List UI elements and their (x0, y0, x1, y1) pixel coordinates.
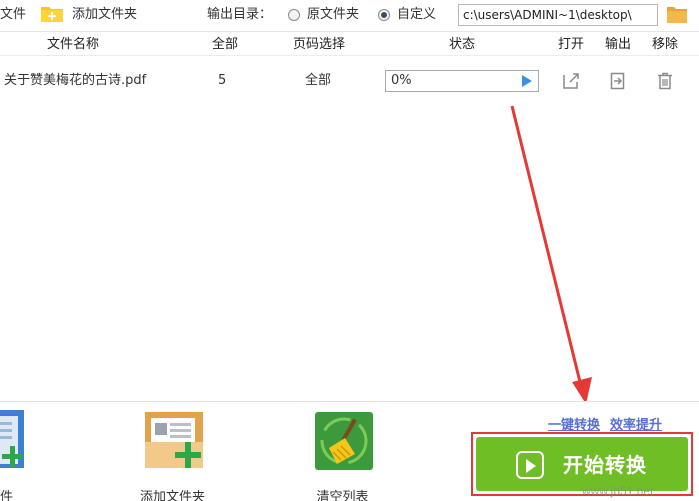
output-dir-label: 输出目录： (207, 7, 273, 22)
trash-icon[interactable] (655, 71, 675, 91)
top-toolbar: 文件 添加文件夹 输出目录： 原文件夹 自定义 c:\users\ADMINI~… (0, 0, 699, 32)
broom-icon (314, 412, 373, 470)
add-folder-toolbar-button[interactable]: 添加文件夹 (40, 0, 137, 32)
bottom-action-bar: 文件 添加文件夹 清空列表 一键转换效率提升 开 (0, 401, 699, 501)
column-header-output: 输出 (604, 37, 631, 52)
progress-bar: 0% (385, 70, 539, 92)
page-selection-cell[interactable]: 全部 (305, 62, 331, 100)
output-folder-icon[interactable] (608, 71, 628, 91)
file-table-header: 文件名称 全部 页码选择 状态 打开 输出 移除 (0, 34, 699, 56)
start-convert-label: 开始转换 (563, 453, 647, 477)
radio-original-folder[interactable] (288, 9, 300, 21)
open-file-icon[interactable] (561, 71, 581, 91)
add-file-toolbar-button[interactable]: 文件 (0, 0, 26, 32)
add-folder-icon (144, 412, 203, 468)
browse-folder-button[interactable] (666, 4, 688, 24)
play-icon[interactable] (522, 75, 532, 87)
play-icon (516, 451, 544, 479)
output-path-input[interactable]: c:\users\ADMINI~1\desktop\ (458, 4, 658, 26)
clear-list-button[interactable]: 清空列表 (305, 408, 380, 501)
add-file-button-label: 文件 (0, 490, 13, 501)
add-folder-toolbar-label: 添加文件夹 (72, 7, 138, 22)
file-name-cell: 关于赞美梅花的古诗.pdf (4, 73, 147, 88)
add-folder-button[interactable]: 添加文件夹 (135, 408, 210, 501)
promo-link[interactable]: 一键转换 效率提升 (548, 414, 672, 433)
column-header-page-selection: 页码选择 (292, 37, 345, 52)
add-file-toolbar-label: 文件 (0, 7, 27, 22)
promo-link-left[interactable]: 一键转换 (548, 418, 600, 433)
promo-link-right[interactable]: 效率提升 (610, 418, 662, 433)
watermark: www.jb51.net (582, 484, 654, 498)
radio-custom-folder[interactable] (378, 9, 390, 21)
table-row[interactable]: 关于赞美梅花的古诗.pdf 5 全部 0% (0, 62, 699, 100)
add-folder-button-label: 添加文件夹 (139, 490, 205, 501)
column-header-open: 打开 (557, 37, 584, 52)
start-convert-button[interactable]: 开始转换 (476, 437, 688, 491)
add-file-icon (0, 410, 24, 468)
radio-original-folder-label[interactable]: 原文件夹 (307, 0, 359, 32)
folder-icon (667, 7, 687, 23)
column-header-remove: 移除 (651, 37, 678, 52)
clear-list-button-label: 清空列表 (316, 490, 369, 501)
column-header-total: 全部 (211, 37, 238, 52)
radio-custom-folder-label[interactable]: 自定义 (397, 0, 436, 32)
add-file-button[interactable]: 文件 (0, 408, 30, 501)
progress-text: 0% (391, 73, 412, 88)
total-pages-cell: 5 (218, 73, 227, 88)
folder-plus-icon (40, 4, 64, 23)
column-header-status: 状态 (448, 37, 475, 52)
column-header-file-name: 文件名称 (46, 37, 99, 52)
